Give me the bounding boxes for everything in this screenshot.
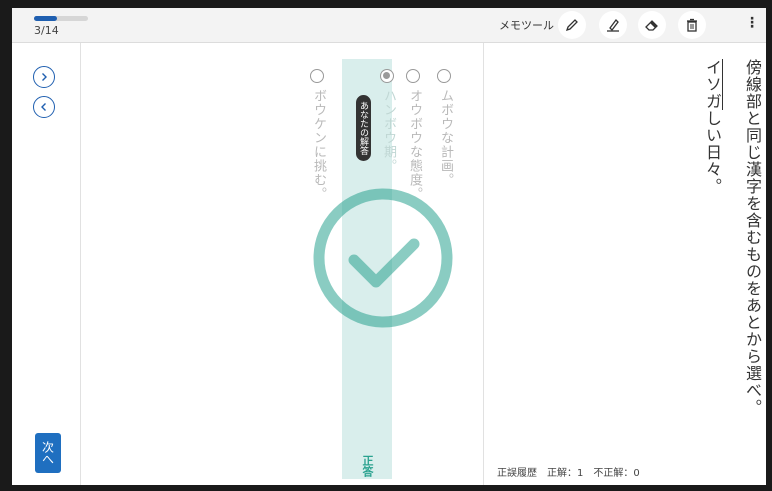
choice-radio-4[interactable]	[437, 69, 451, 83]
chevron-right-icon	[42, 73, 47, 81]
left-nav: 次へ	[12, 43, 81, 485]
back-button[interactable]	[33, 96, 55, 118]
progress-fill	[34, 16, 58, 21]
next-button[interactable]: 次へ	[35, 433, 61, 473]
eraser-icon	[645, 20, 658, 31]
choice-text-4[interactable]: ムボウな計画。	[436, 89, 455, 187]
progress-bar	[34, 16, 88, 21]
memo-tool-label: メモツール	[499, 19, 554, 32]
question-sentence: イソガしい日々。	[700, 59, 724, 195]
underlined-word: イソガ	[703, 59, 723, 110]
correct-answer-label: 正答	[361, 455, 374, 477]
answer-history: 正誤履歴 正解：1 不正解：0	[497, 468, 640, 479]
correct-check-icon	[313, 188, 453, 328]
choice-radio-3[interactable]	[406, 69, 420, 83]
question-prompt: 傍線部と同じ漢字を含むものをあとから選べ。	[743, 59, 762, 416]
your-answer-badge: あなたの解答	[356, 95, 371, 161]
forward-button[interactable]	[33, 66, 55, 88]
chevron-left-icon	[41, 103, 46, 111]
marker-tool-button[interactable]	[599, 11, 627, 39]
sentence-rest: しい日々。	[703, 110, 722, 195]
choice-radio-2[interactable]	[380, 69, 394, 83]
marker-icon	[607, 19, 619, 32]
trash-tool-button[interactable]	[678, 11, 706, 39]
choice-text-2[interactable]: ハンボウ期。	[379, 89, 398, 173]
answer-panel: ボウケンに挑む。 ハンボウ期。 オウボウな態度。 ムボウな計画。 あなたの解答 …	[80, 43, 484, 485]
choice-radio-1[interactable]	[310, 69, 324, 83]
pencil-tool-button[interactable]	[558, 11, 586, 39]
more-menu-icon[interactable]: ⋮	[745, 16, 759, 30]
eraser-tool-button[interactable]	[638, 11, 666, 39]
top-bar: 3/14 メモツール ⋮	[12, 8, 766, 43]
pencil-icon	[565, 19, 578, 32]
progress-counter: 3/14	[34, 24, 59, 37]
trash-icon	[687, 18, 697, 32]
app-frame: 3/14 メモツール ⋮ 次へ ボウケンに挑む。 ハンボウ期。 オウボウな態度。…	[12, 8, 766, 485]
question-panel: 傍線部と同じ漢字を含むものをあとから選べ。 イソガしい日々。 正誤履歴 正解：1…	[483, 43, 766, 485]
